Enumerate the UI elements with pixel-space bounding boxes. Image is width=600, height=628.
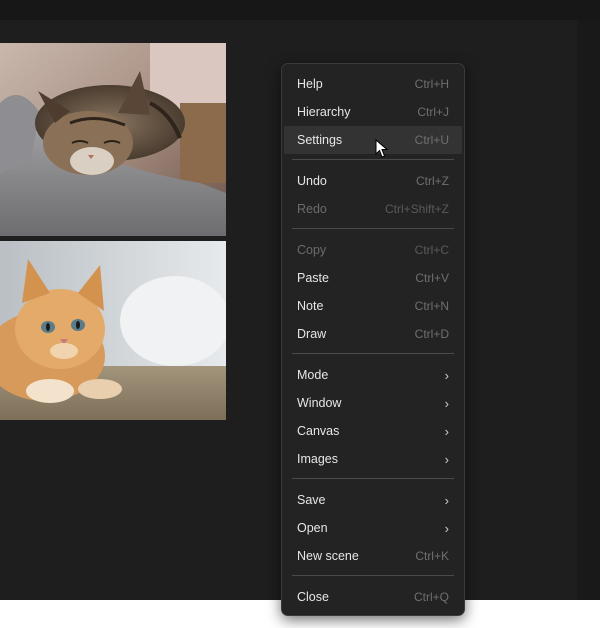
menu-item-paste[interactable]: Paste Ctrl+V bbox=[284, 264, 462, 292]
menu-item-canvas[interactable]: Canvas › bbox=[284, 417, 462, 445]
menu-item-label: Copy bbox=[297, 243, 327, 257]
menu-item-label: Canvas bbox=[297, 424, 340, 438]
right-scrollbar[interactable] bbox=[577, 20, 600, 600]
menu-item-window[interactable]: Window › bbox=[284, 389, 462, 417]
menu-item-label: Redo bbox=[297, 202, 327, 216]
menu-item-label: Save bbox=[297, 493, 326, 507]
menu-separator bbox=[292, 575, 454, 576]
menu-item-label: Help bbox=[297, 77, 323, 91]
menu-item-shortcut: Ctrl+V bbox=[415, 271, 449, 285]
menu-item-images[interactable]: Images › bbox=[284, 445, 462, 473]
chevron-right-icon: › bbox=[444, 451, 449, 467]
menu-item-shortcut: Ctrl+N bbox=[414, 299, 449, 313]
mouse-cursor-icon bbox=[375, 139, 389, 158]
chevron-right-icon: › bbox=[444, 520, 449, 536]
menu-item-label: Window bbox=[297, 396, 342, 410]
menu-item-shortcut: Ctrl+U bbox=[414, 133, 449, 147]
menu-item-label: Images bbox=[297, 452, 338, 466]
menu-item-close[interactable]: Close Ctrl+Q bbox=[284, 583, 462, 611]
menu-item-label: Close bbox=[297, 590, 329, 604]
menu-item-undo[interactable]: Undo Ctrl+Z bbox=[284, 167, 462, 195]
menu-item-hierarchy[interactable]: Hierarchy Ctrl+J bbox=[284, 98, 462, 126]
menu-item-note[interactable]: Note Ctrl+N bbox=[284, 292, 462, 320]
menu-separator bbox=[292, 228, 454, 229]
menu-item-shortcut: Ctrl+J bbox=[417, 105, 449, 119]
menu-item-open[interactable]: Open › bbox=[284, 514, 462, 542]
menu-item-shortcut: Ctrl+Shift+Z bbox=[384, 202, 449, 216]
menu-item-settings[interactable]: Settings Ctrl+U bbox=[284, 126, 462, 154]
menu-item-shortcut: Ctrl+Z bbox=[416, 174, 449, 188]
menu-item-label: Mode bbox=[297, 368, 329, 382]
menu-item-label: New scene bbox=[297, 549, 359, 563]
menu-item-mode[interactable]: Mode › bbox=[284, 361, 462, 389]
menu-item-label: Note bbox=[297, 299, 324, 313]
menu-item-help[interactable]: Help Ctrl+H bbox=[284, 70, 462, 98]
chevron-right-icon: › bbox=[444, 492, 449, 508]
chevron-right-icon: › bbox=[444, 395, 449, 411]
menu-item-shortcut: Ctrl+D bbox=[414, 327, 449, 341]
orange-kitten-photo[interactable] bbox=[0, 241, 226, 420]
sleeping-tabby-kitten-photo[interactable] bbox=[0, 43, 226, 236]
menu-separator bbox=[292, 353, 454, 354]
menu-item-shortcut: Ctrl+H bbox=[414, 77, 449, 91]
menu-item-label: Draw bbox=[297, 327, 327, 341]
menu-item-label: Settings bbox=[297, 133, 343, 147]
menu-item-shortcut: Ctrl+K bbox=[415, 549, 449, 563]
chevron-right-icon: › bbox=[444, 367, 449, 383]
menu-item-label: Hierarchy bbox=[297, 105, 351, 119]
menu-item-label: Paste bbox=[297, 271, 329, 285]
menu-item-save[interactable]: Save › bbox=[284, 486, 462, 514]
menu-item-shortcut: Ctrl+C bbox=[414, 243, 449, 257]
menu-item-new-scene[interactable]: New scene Ctrl+K bbox=[284, 542, 462, 570]
context-menu: Help Ctrl+H Hierarchy Ctrl+J Settings Ctrl+U U… bbox=[281, 63, 465, 616]
menu-item-draw[interactable]: Draw Ctrl+D bbox=[284, 320, 462, 348]
title-bar bbox=[0, 0, 600, 20]
menu-item-copy: Copy Ctrl+C bbox=[284, 236, 462, 264]
menu-item-label: Open bbox=[297, 521, 328, 535]
chevron-right-icon: › bbox=[444, 423, 449, 439]
menu-separator bbox=[292, 478, 454, 479]
menu-item-shortcut: Ctrl+Q bbox=[413, 590, 449, 604]
menu-item-label: Undo bbox=[297, 174, 327, 188]
menu-separator bbox=[292, 159, 454, 160]
menu-item-redo: Redo Ctrl+Shift+Z bbox=[284, 195, 462, 223]
